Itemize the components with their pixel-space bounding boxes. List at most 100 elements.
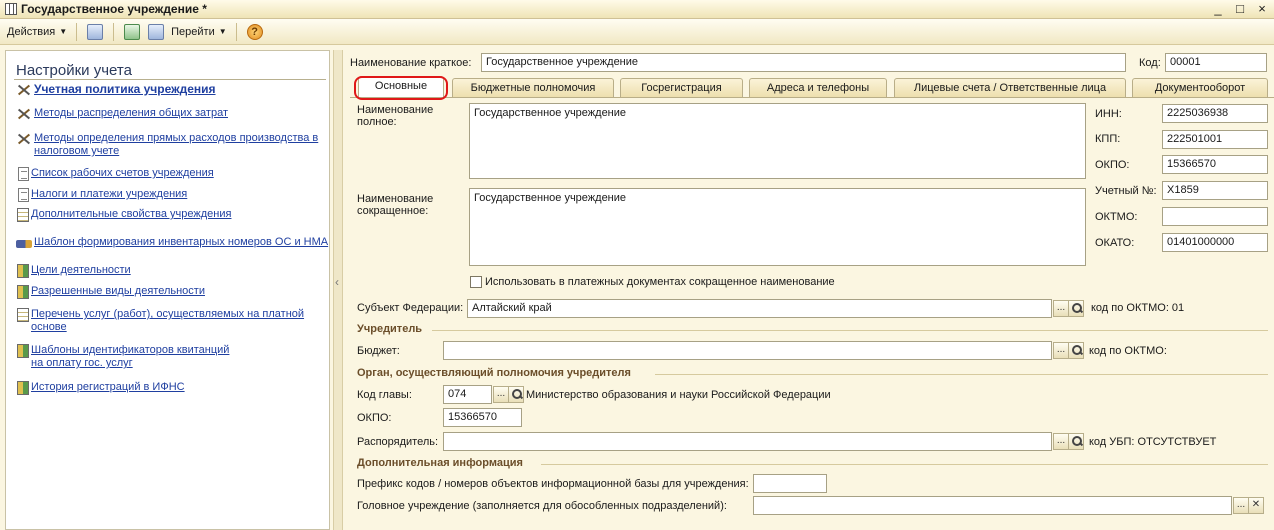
panel-title: Настройки учета	[16, 62, 132, 79]
search-icon[interactable]	[508, 386, 524, 403]
tab-budget-powers[interactable]: Бюджетные полномочия	[452, 78, 614, 97]
nav-link[interactable]: Список рабочих счетов учреждения	[31, 167, 214, 180]
document-icon	[18, 167, 29, 181]
authority-okpo-field[interactable]: 15366570	[443, 408, 522, 427]
head-code-select-button[interactable]: ...	[493, 386, 509, 403]
nav-item-taxes[interactable]: Налоги и платежи учреждения	[16, 188, 187, 202]
panel-splitter[interactable]	[333, 50, 343, 530]
code-field[interactable]: 00001	[1165, 53, 1267, 72]
budget-field[interactable]	[443, 341, 1052, 360]
nav-item-paid-services[interactable]: Перечень услуг (работ), осуществляемых н…	[16, 308, 304, 334]
panel-divider	[14, 79, 326, 80]
budget-select-button[interactable]: ...	[1053, 342, 1069, 359]
nav-item-accounting-policy[interactable]: Учетная политика учреждения	[16, 83, 216, 97]
save-icon[interactable]	[87, 23, 104, 40]
nav-link[interactable]: Дополнительные свойства учреждения	[31, 208, 231, 221]
close-button[interactable]: ×	[1256, 1, 1268, 16]
nav-item-work-accounts[interactable]: Список рабочих счетов учреждения	[16, 167, 214, 181]
nav-item-direct-costs[interactable]: Методы определения прямых расходов произ…	[16, 132, 318, 158]
section-divider	[541, 464, 1268, 465]
toolbar-separator	[76, 22, 78, 41]
window-controls: _ □ ×	[1212, 1, 1268, 16]
okpo-label: ОКПО:	[1095, 159, 1130, 171]
inn-field[interactable]: 2225036938	[1162, 104, 1268, 123]
subject-label: Субъект Федерации:	[357, 302, 464, 314]
search-icon[interactable]	[1068, 433, 1084, 450]
inn-label: ИНН:	[1095, 108, 1122, 120]
list-icon	[17, 344, 29, 358]
manager-select-button[interactable]: ...	[1053, 433, 1069, 450]
catalog-icon	[17, 308, 29, 322]
section-divider	[655, 374, 1268, 375]
budget-oktmo-text: код по ОКТМО:	[1089, 345, 1167, 357]
use-abbr-checkbox[interactable]	[470, 276, 482, 288]
nav-item-goals[interactable]: Цели деятельности	[16, 264, 131, 278]
nav-item-inventory-template[interactable]: Шаблон формирования инвентарных номеров …	[16, 236, 328, 249]
prefix-label: Префикс кодов / номеров объектов информа…	[357, 478, 749, 490]
okpo-field[interactable]: 15366570	[1162, 155, 1268, 174]
head-institution-field[interactable]	[753, 496, 1232, 515]
tools-icon	[16, 132, 32, 146]
search-icon[interactable]	[1068, 300, 1084, 317]
short-name-label: Наименование краткое:	[350, 57, 472, 69]
oktmo-label: ОКТМО:	[1095, 211, 1138, 223]
tab-addresses[interactable]: Адреса и телефоны	[749, 78, 887, 97]
settings-panel: Настройки учета Учетная политика учрежде…	[5, 50, 330, 530]
kpp-label: КПП:	[1095, 133, 1121, 145]
extra-section-title: Дополнительная информация	[357, 457, 523, 469]
abbr-name-field[interactable]: Государственное учреждение	[469, 188, 1086, 266]
account-no-label: Учетный №:	[1095, 185, 1157, 197]
properties-icon	[17, 208, 29, 222]
nav-item-extra-properties[interactable]: Дополнительные свойства учреждения	[16, 208, 231, 222]
help-icon[interactable]: ?	[246, 23, 263, 40]
tab-accounts-persons[interactable]: Лицевые счета / Ответственные лица	[894, 78, 1126, 97]
copy-icon[interactable]	[148, 23, 165, 40]
refresh-icon[interactable]	[124, 23, 141, 40]
okato-field[interactable]: 01401000000	[1162, 233, 1268, 252]
nav-link[interactable]: Методы распределения общих затрат	[34, 107, 228, 120]
nav-link[interactable]: Перечень услуг (работ), осуществляемых н…	[31, 308, 304, 334]
nav-item-receipt-templates[interactable]: Шаблоны идентификаторов квитанций на опла…	[16, 344, 229, 370]
actions-menu[interactable]: Действия ▼	[4, 22, 70, 42]
nav-link[interactable]: Налоги и платежи учреждения	[31, 188, 187, 201]
nav-link[interactable]: Цели деятельности	[31, 264, 131, 277]
nav-item-cost-methods[interactable]: Методы распределения общих затрат	[16, 107, 228, 121]
use-abbr-label: Использовать в платежных документах сокр…	[485, 276, 835, 288]
minimize-button[interactable]: _	[1212, 1, 1224, 16]
nav-item-ifns-history[interactable]: История регистраций в ИФНС	[16, 381, 185, 395]
nav-link[interactable]: Методы определения прямых расходов произ…	[34, 132, 318, 158]
manager-label: Распорядитель:	[357, 436, 439, 448]
nav-link[interactable]: Учетная политика учреждения	[34, 83, 216, 96]
short-name-field[interactable]: Государственное учреждение	[481, 53, 1126, 72]
account-no-field[interactable]: Х1859	[1162, 181, 1268, 200]
prefix-field[interactable]	[753, 474, 827, 493]
oktmo-field[interactable]	[1162, 207, 1268, 226]
list-icon	[17, 264, 29, 278]
form-icon	[5, 3, 17, 15]
kpp-field[interactable]: 222501001	[1162, 130, 1268, 149]
subject-field[interactable]: Алтайский край	[467, 299, 1052, 318]
toolbar-separator	[235, 22, 237, 41]
goto-label: Перейти	[171, 25, 215, 38]
nav-link[interactable]: Шаблоны идентификаторов квитанций на опла…	[31, 344, 229, 370]
tools-icon	[16, 83, 32, 97]
restore-button[interactable]: □	[1234, 1, 1246, 16]
manager-field[interactable]	[443, 432, 1052, 451]
founder-section-title: Учредитель	[357, 323, 423, 335]
full-name-field[interactable]: Государственное учреждение	[469, 103, 1086, 179]
goto-menu[interactable]: Перейти ▼	[168, 22, 230, 42]
subject-select-button[interactable]: ...	[1053, 300, 1069, 317]
code-label: Код:	[1139, 57, 1161, 69]
tab-document-flow[interactable]: Документооборот	[1132, 78, 1268, 97]
tab-main[interactable]: Основные	[358, 76, 444, 97]
head-code-field[interactable]: 074	[443, 385, 492, 404]
nav-link[interactable]: Разрешенные виды деятельности	[31, 285, 205, 298]
truck-icon	[16, 240, 32, 248]
clear-icon[interactable]: ✕	[1248, 497, 1264, 514]
head-institution-select-button[interactable]: ...	[1233, 497, 1249, 514]
nav-item-allowed-activities[interactable]: Разрешенные виды деятельности	[16, 285, 205, 299]
search-icon[interactable]	[1068, 342, 1084, 359]
tab-registration[interactable]: Госрегистрация	[620, 78, 743, 97]
nav-link[interactable]: История регистраций в ИФНС	[31, 381, 185, 394]
nav-link[interactable]: Шаблон формирования инвентарных номеров …	[34, 236, 328, 249]
